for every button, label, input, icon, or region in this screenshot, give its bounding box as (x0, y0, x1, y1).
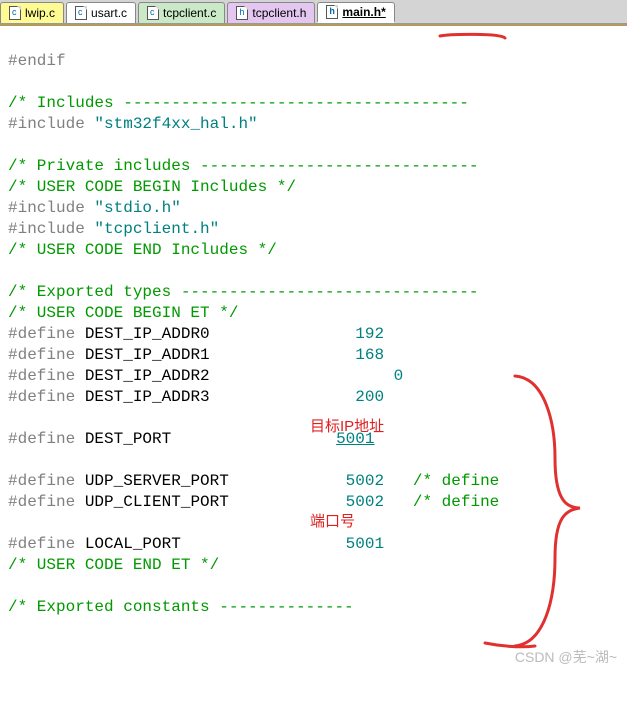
file-icon (326, 5, 338, 19)
code-token: #define (8, 325, 75, 343)
code-token: 0 (363, 366, 403, 387)
code-token: #include (8, 199, 94, 217)
code-token: 5002 (344, 492, 384, 513)
code-token: UDP_CLIENT_PORT (75, 493, 344, 511)
tab-tcpclient-h[interactable]: tcpclient.h (227, 2, 315, 23)
tab-label: usart.c (91, 6, 127, 20)
code-line: /* USER CODE END ET */ (8, 556, 219, 574)
code-line: #endif (8, 52, 66, 70)
code-token: "stdio.h" (94, 199, 180, 217)
code-token: 5002 (344, 471, 384, 492)
code-token: #define (8, 388, 75, 406)
tab-label: main.h* (342, 5, 385, 19)
code-token: 168 (344, 345, 384, 366)
code-token: 200 (344, 387, 384, 408)
code-token: DEST_PORT (75, 430, 334, 448)
file-icon (9, 6, 21, 20)
code-token: UDP_SERVER_PORT (75, 472, 344, 490)
code-token: #define (8, 535, 75, 553)
code-line: /* Includes ----------------------------… (8, 94, 469, 112)
code-token: "tcpclient.h" (94, 220, 219, 238)
file-icon (75, 6, 87, 20)
code-token: #include (8, 115, 94, 133)
code-token: "stm32f4xx_hal.h" (94, 115, 257, 133)
file-icon (236, 6, 248, 20)
code-line: /* USER CODE BEGIN Includes */ (8, 178, 296, 196)
tab-label: tcpclient.c (163, 6, 216, 20)
code-token: DEST_IP_ADDR2 (75, 367, 363, 385)
watermark: CSDN @芜~湖~ (515, 647, 617, 667)
tab-usart[interactable]: usart.c (66, 2, 136, 23)
code-token: /* define (384, 472, 499, 490)
code-line: /* Exported constants -------------- (8, 598, 354, 616)
annotation-target-ip: 目标IP地址 (310, 416, 384, 437)
tab-main-h[interactable]: main.h* (317, 2, 394, 23)
code-token: /* define (384, 493, 499, 511)
code-token: 5001 (344, 534, 384, 555)
annotation-port-no: 端口号 (310, 511, 355, 532)
code-token: DEST_IP_ADDR3 (75, 388, 344, 406)
code-token: DEST_IP_ADDR0 (75, 325, 344, 343)
code-token: 192 (344, 324, 384, 345)
code-token: #define (8, 493, 75, 511)
tab-tcpclient-c[interactable]: tcpclient.c (138, 2, 225, 23)
tab-label: lwip.c (25, 6, 55, 20)
file-icon (147, 6, 159, 20)
code-token: #include (8, 220, 94, 238)
tab-label: tcpclient.h (252, 6, 306, 20)
code-token: #define (8, 367, 75, 385)
code-line: /* USER CODE END Includes */ (8, 241, 277, 259)
code-line: /* Private includes --------------------… (8, 157, 478, 175)
tab-bar: lwip.c usart.c tcpclient.c tcpclient.h m… (0, 0, 627, 24)
code-token: #define (8, 472, 75, 490)
code-token: DEST_IP_ADDR1 (75, 346, 344, 364)
code-line: /* USER CODE BEGIN ET */ (8, 304, 238, 322)
code-line: /* Exported types ----------------------… (8, 283, 478, 301)
code-token: #define (8, 346, 75, 364)
code-token: #define (8, 430, 75, 448)
tab-lwip[interactable]: lwip.c (0, 2, 64, 23)
code-editor[interactable]: #endif /* Includes ---------------------… (0, 24, 627, 723)
code-token: LOCAL_PORT (75, 535, 344, 553)
